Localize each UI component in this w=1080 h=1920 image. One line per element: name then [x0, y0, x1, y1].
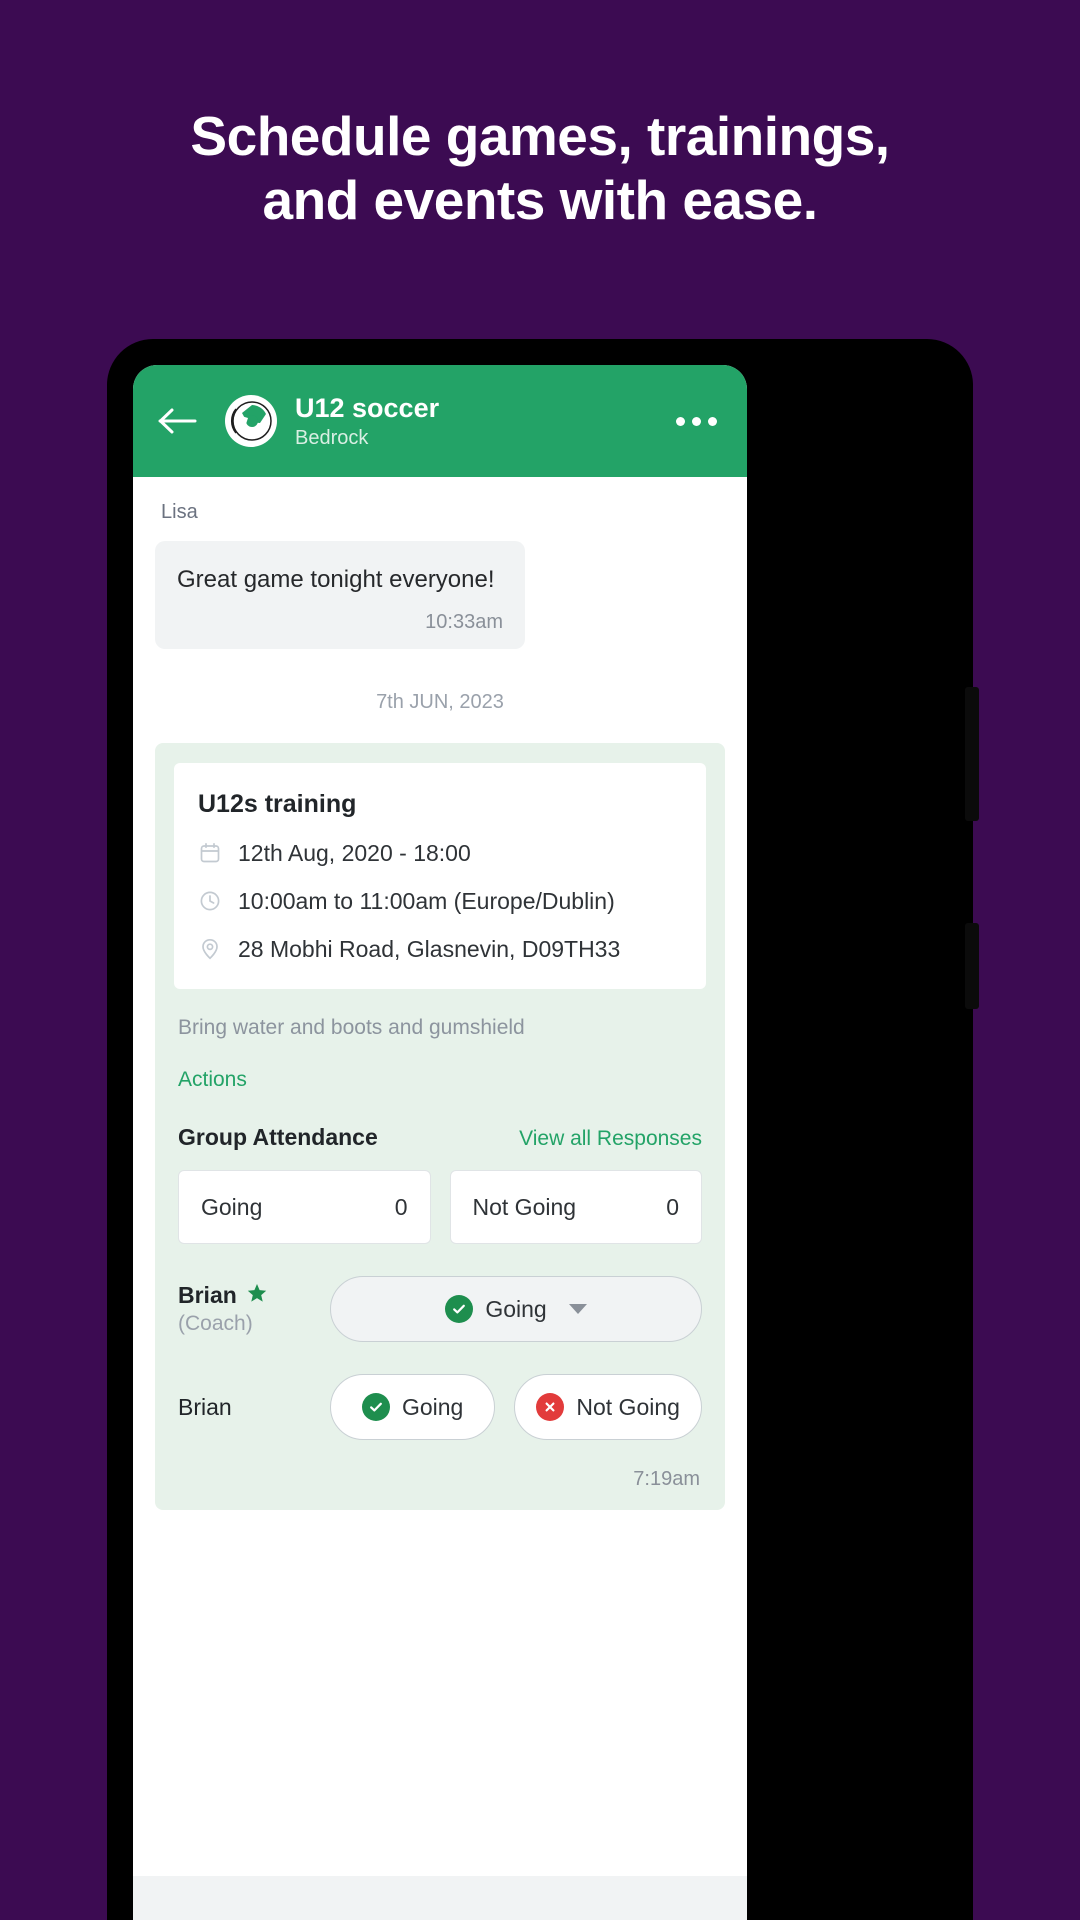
message-input-strip[interactable] [133, 1876, 747, 1920]
tally-not-going[interactable]: Not Going 0 [449, 1170, 702, 1244]
clock-icon [198, 889, 222, 913]
member-row: Brian (Coach) Going [174, 1276, 706, 1342]
tally-going[interactable]: Going 0 [178, 1170, 431, 1244]
tally-going-count: 0 [394, 1193, 408, 1220]
event-date-row: 12th Aug, 2020 - 18:00 [198, 839, 684, 867]
kebab-dot [676, 416, 685, 426]
view-all-responses-link[interactable]: View all Responses [519, 1126, 702, 1152]
calendar-icon [198, 841, 222, 865]
message-sender: Lisa [161, 501, 198, 523]
chevron-down-icon [568, 1304, 587, 1314]
event-time-row: 10:00am to 11:00am (Europe/Dublin) [198, 887, 684, 915]
tally-not-going-count: 0 [666, 1193, 679, 1220]
actions-link[interactable]: Actions [174, 1067, 706, 1093]
member-response-label: Going [485, 1295, 547, 1322]
headline-line-1: Schedule games, trainings, [190, 105, 890, 167]
headline-line-2: and events with ease. [262, 169, 819, 231]
chat-body: Lisa Great game tonight everyone! 10:33a… [133, 477, 747, 1920]
soccer-ball-icon[interactable] [225, 395, 277, 447]
going-button[interactable]: Going [330, 1374, 496, 1440]
message-time: 10:33am [425, 611, 503, 633]
member-info: Brian (Coach) [178, 1281, 330, 1337]
going-button-label: Going [401, 1393, 464, 1420]
check-circle-icon [445, 1295, 474, 1323]
member-name-line: Brian [178, 1281, 330, 1309]
event-card-time: 7:19am [633, 1468, 700, 1490]
event-location-row: 28 Mobhi Road, Glasnevin, D09TH33 [198, 935, 684, 963]
event-date-text: 12th Aug, 2020 - 18:00 [238, 840, 471, 866]
message-bubble[interactable]: Great game tonight everyone! 10:33am [155, 541, 525, 649]
more-options-icon[interactable] [672, 405, 721, 438]
phone-power-button [965, 923, 979, 1009]
star-icon [246, 1282, 268, 1309]
member-response-dropdown[interactable]: Going [330, 1276, 702, 1342]
event-note: Bring water and boots and gumshield [178, 1016, 525, 1039]
phone-screen: U12 soccer Bedrock Lisa Great game tonig… [133, 365, 747, 1920]
x-circle-icon [536, 1393, 565, 1421]
member-role: (Coach) [178, 1312, 253, 1335]
promo-headline: Schedule games, trainings, and events wi… [0, 0, 1080, 232]
member-info: Brian [178, 1393, 330, 1421]
phone-volume-button [965, 687, 979, 821]
app-bar-titles: U12 soccer Bedrock [295, 392, 672, 451]
attendance-title: Group Attendance [178, 1124, 378, 1150]
member-name-line: Brian [178, 1393, 330, 1421]
event-time-text: 10:00am to 11:00am (Europe/Dublin) [238, 888, 615, 914]
member-name: Brian [178, 1394, 232, 1420]
attendance-tallies: Going 0 Not Going 0 [174, 1170, 706, 1244]
event-details-panel: U12s training 12th Aug, 2020 - 18:00 10:… [174, 763, 706, 989]
check-circle-icon [361, 1393, 390, 1421]
back-arrow-icon[interactable] [155, 398, 201, 444]
event-location-text: 28 Mobhi Road, Glasnevin, D09TH33 [238, 936, 621, 962]
kebab-dot [708, 416, 717, 426]
tally-going-label: Going [201, 1193, 263, 1220]
app-bar: U12 soccer Bedrock [133, 365, 747, 477]
event-card[interactable]: U12s training 12th Aug, 2020 - 18:00 10:… [155, 743, 725, 1510]
group-title: U12 soccer [295, 392, 440, 423]
group-subtitle: Bedrock [295, 426, 369, 449]
date-divider: 7th JUN, 2023 [376, 691, 504, 713]
member-row: Brian Going Not Going [174, 1374, 706, 1440]
not-going-button[interactable]: Not Going [514, 1374, 702, 1440]
tally-not-going-label: Not Going [472, 1193, 577, 1220]
event-title: U12s training [198, 790, 357, 818]
member-name: Brian [178, 1282, 237, 1308]
not-going-button-label: Not Going [576, 1393, 680, 1420]
message-text: Great game tonight everyone! [177, 566, 495, 593]
phone-frame: U12 soccer Bedrock Lisa Great game tonig… [107, 339, 979, 1920]
location-pin-icon [198, 937, 222, 961]
kebab-dot [692, 416, 701, 426]
attendance-header: Group Attendance View all Responses [174, 1123, 706, 1152]
